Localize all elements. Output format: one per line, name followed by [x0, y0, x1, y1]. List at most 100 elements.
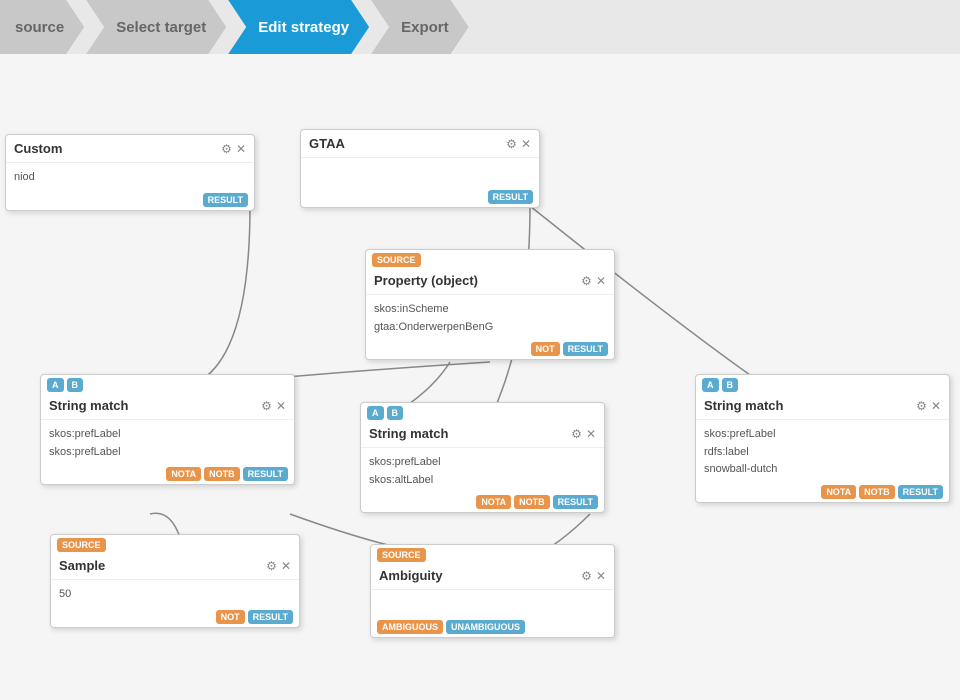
string-match-mid-prop2: skos:altLabel — [369, 472, 596, 490]
string-match-right-title: String match — [704, 398, 783, 413]
string-match-right-bottom: NOTA NOTB RESULT — [696, 485, 949, 502]
ambiguity-unambiguous-badge[interactable]: UNAMBIGUOUS — [446, 620, 525, 634]
property-object-prop1: skos:inScheme — [374, 301, 606, 319]
string-match-right-body: skos:prefLabel rdfs:label snowball-dutch — [696, 420, 949, 485]
string-match-left-notb-badge[interactable]: NOTB — [204, 467, 240, 481]
property-object-top: SOURCE — [366, 250, 614, 267]
string-match-mid-a-badge[interactable]: A — [367, 406, 384, 420]
sample-top: SOURCE — [51, 535, 299, 552]
nav-step-export-label: Export — [401, 19, 449, 36]
custom-close-icon[interactable]: ✕ — [236, 142, 246, 156]
string-match-mid-nota-badge[interactable]: NOTA — [476, 495, 511, 509]
custom-node-bottom: RESULT — [6, 193, 254, 210]
string-match-left-gear-icon[interactable]: ⚙ — [261, 399, 272, 413]
string-match-mid-close-icon[interactable]: ✕ — [586, 427, 596, 441]
custom-gear-icon[interactable]: ⚙ — [221, 142, 232, 156]
ambiguity-body — [371, 590, 614, 620]
custom-node-body: niod — [6, 163, 254, 193]
ambiguity-ambiguous-badge[interactable]: AMBIGUOUS — [377, 620, 443, 634]
string-match-left-nota-badge[interactable]: NOTA — [166, 467, 201, 481]
sample-bottom: NOT RESULT — [51, 610, 299, 627]
sample-result-badge[interactable]: RESULT — [248, 610, 293, 624]
string-match-right-gear-icon[interactable]: ⚙ — [916, 399, 927, 413]
string-match-right-icons: ⚙ ✕ — [916, 399, 941, 413]
string-match-right-nota-badge[interactable]: NOTA — [821, 485, 856, 499]
ambiguity-node: SOURCE Ambiguity ⚙ ✕ AMBIGUOUS UNAMBIGUO… — [370, 544, 615, 638]
sample-close-icon[interactable]: ✕ — [281, 559, 291, 573]
property-object-result-badge[interactable]: RESULT — [563, 342, 608, 356]
string-match-mid-bottom: NOTA NOTB RESULT — [361, 495, 604, 512]
string-match-right-node: A B String match ⚙ ✕ skos:prefLabel rdfs… — [695, 374, 950, 503]
string-match-right-notb-badge[interactable]: NOTB — [859, 485, 895, 499]
string-match-left-b-badge[interactable]: B — [67, 378, 84, 392]
gtaa-node-bottom: RESULT — [301, 190, 539, 207]
sample-header: Sample ⚙ ✕ — [51, 552, 299, 580]
gtaa-close-icon[interactable]: ✕ — [521, 137, 531, 151]
sample-gear-icon[interactable]: ⚙ — [266, 559, 277, 573]
gtaa-node: GTAA ⚙ ✕ RESULT — [300, 129, 540, 208]
string-match-left-result-badge[interactable]: RESULT — [243, 467, 288, 481]
property-object-gear-icon[interactable]: ⚙ — [581, 274, 592, 288]
string-match-left-top: A B — [41, 375, 294, 392]
string-match-mid-result-badge[interactable]: RESULT — [553, 495, 598, 509]
custom-result-badge[interactable]: RESULT — [203, 193, 248, 207]
ambiguity-top: SOURCE — [371, 545, 614, 562]
string-match-right-b-badge[interactable]: B — [722, 378, 739, 392]
nav-step-edit-strategy-label: Edit strategy — [258, 19, 349, 36]
ambiguity-header: Ambiguity ⚙ ✕ — [371, 562, 614, 590]
property-object-bottom: NOT RESULT — [366, 342, 614, 359]
string-match-right-a-badge[interactable]: A — [702, 378, 719, 392]
string-match-left-a-badge[interactable]: A — [47, 378, 64, 392]
string-match-mid-notb-badge[interactable]: NOTB — [514, 495, 550, 509]
ambiguity-source-badge[interactable]: SOURCE — [377, 548, 426, 562]
string-match-left-title: String match — [49, 398, 128, 413]
ambiguity-title: Ambiguity — [379, 568, 443, 583]
string-match-right-header: String match ⚙ ✕ — [696, 392, 949, 420]
custom-node-title: Custom — [14, 141, 62, 156]
string-match-mid-title: String match — [369, 426, 448, 441]
string-match-right-result-badge[interactable]: RESULT — [898, 485, 943, 499]
ambiguity-gear-icon[interactable]: ⚙ — [581, 569, 592, 583]
string-match-right-top: A B — [696, 375, 949, 392]
ambiguity-close-icon[interactable]: ✕ — [596, 569, 606, 583]
property-object-close-icon[interactable]: ✕ — [596, 274, 606, 288]
gtaa-node-icons: ⚙ ✕ — [506, 137, 531, 151]
property-object-header: Property (object) ⚙ ✕ — [366, 267, 614, 295]
property-object-node: SOURCE Property (object) ⚙ ✕ skos:inSche… — [365, 249, 615, 360]
string-match-mid-b-badge[interactable]: B — [387, 406, 404, 420]
string-match-left-prop1: skos:prefLabel — [49, 426, 286, 444]
gtaa-result-badge[interactable]: RESULT — [488, 190, 533, 204]
string-match-mid-gear-icon[interactable]: ⚙ — [571, 427, 582, 441]
string-match-mid-header: String match ⚙ ✕ — [361, 420, 604, 448]
nav-step-select-target-label: Select target — [116, 19, 206, 36]
string-match-left-close-icon[interactable]: ✕ — [276, 399, 286, 413]
gtaa-node-body — [301, 158, 539, 190]
sample-node: SOURCE Sample ⚙ ✕ 50 NOT RESULT — [50, 534, 300, 628]
string-match-mid-icons: ⚙ ✕ — [571, 427, 596, 441]
custom-node: Custom ⚙ ✕ niod RESULT — [5, 134, 255, 211]
string-match-left-node: A B String match ⚙ ✕ skos:prefLabel skos… — [40, 374, 295, 485]
string-match-right-prop2: rdfs:label — [704, 444, 941, 462]
sample-source-badge[interactable]: SOURCE — [57, 538, 106, 552]
property-object-source-badge[interactable]: SOURCE — [372, 253, 421, 267]
string-match-left-bottom: NOTA NOTB RESULT — [41, 467, 294, 484]
ambiguity-icons: ⚙ ✕ — [581, 569, 606, 583]
string-match-right-close-icon[interactable]: ✕ — [931, 399, 941, 413]
property-object-not-badge[interactable]: NOT — [531, 342, 560, 356]
string-match-left-header: String match ⚙ ✕ — [41, 392, 294, 420]
custom-node-header: Custom ⚙ ✕ — [6, 135, 254, 163]
nav-step-select-target[interactable]: Select target — [86, 0, 226, 54]
property-object-body: skos:inScheme gtaa:OnderwerpenBenG — [366, 295, 614, 342]
gtaa-gear-icon[interactable]: ⚙ — [506, 137, 517, 151]
string-match-right-prop3: snowball-dutch — [704, 461, 941, 479]
sample-not-badge[interactable]: NOT — [216, 610, 245, 624]
nav-step-edit-strategy[interactable]: Edit strategy — [228, 0, 369, 54]
gtaa-node-title: GTAA — [309, 136, 345, 151]
sample-title: Sample — [59, 558, 105, 573]
nav-step-export[interactable]: Export — [371, 0, 469, 54]
property-object-prop2: gtaa:OnderwerpenBenG — [374, 319, 606, 337]
nav-step-source-label: source — [15, 19, 64, 36]
nav-step-source[interactable]: source — [0, 0, 84, 54]
string-match-right-prop1: skos:prefLabel — [704, 426, 941, 444]
gtaa-node-header: GTAA ⚙ ✕ — [301, 130, 539, 158]
